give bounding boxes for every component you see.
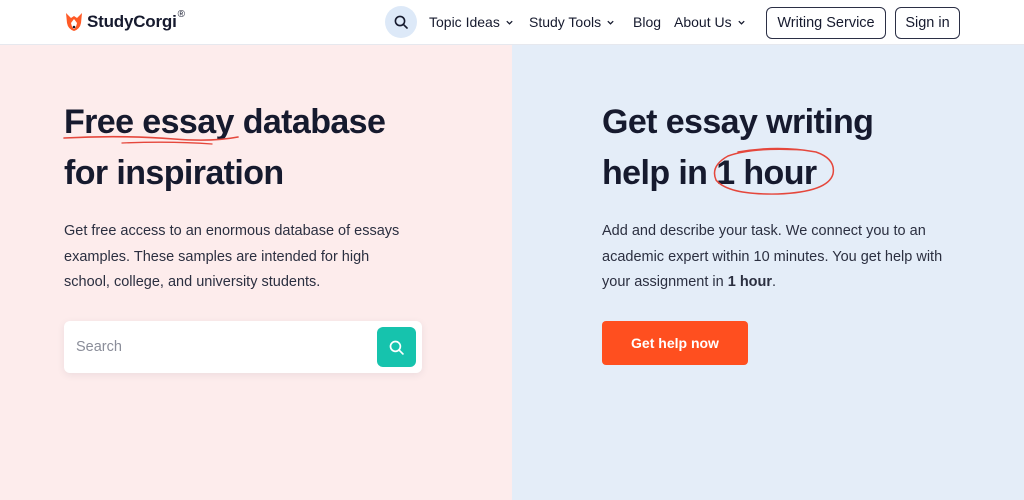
search-icon <box>389 340 404 355</box>
nav-study-tools-label: Study Tools <box>529 14 602 30</box>
nav-topic-ideas-label: Topic Ideas <box>429 14 500 30</box>
essay-search-input[interactable] <box>76 331 376 363</box>
title-word-database: database <box>242 103 386 141</box>
site-header: StudyCorgi ® Topic Ideas Study Tools Blo… <box>0 0 1024 45</box>
right-hero-title-line1: Get essay writing <box>602 103 874 141</box>
header-search-button[interactable] <box>385 6 417 38</box>
right-hero-title-line2: help in 1 hour <box>602 148 817 199</box>
nav-study-tools[interactable]: Study Tools <box>529 14 615 30</box>
title-one-hour: 1 hour <box>716 154 817 192</box>
left-hero-description: Get free access to an enormous database … <box>64 223 400 290</box>
right-description-period: . <box>772 274 777 290</box>
title-help-in: help in <box>602 154 708 192</box>
chevron-down-icon <box>737 20 745 25</box>
logo-link[interactable]: StudyCorgi ® <box>64 8 185 36</box>
nav-about-us[interactable]: About Us <box>674 14 746 30</box>
essay-search-submit-button[interactable] <box>377 327 416 367</box>
title-word-essay: essay <box>142 103 234 141</box>
nav-topic-ideas[interactable]: Topic Ideas <box>429 14 514 30</box>
title-word-free: Free <box>64 103 134 141</box>
registered-mark: ® <box>177 8 185 20</box>
nav-blog[interactable]: Blog <box>633 14 661 30</box>
right-hero-description: Add and describe your task. We connect y… <box>602 219 962 296</box>
chevron-down-icon <box>506 20 513 25</box>
sign-in-button[interactable]: Sign in <box>895 7 960 39</box>
nav-about-us-label: About Us <box>674 14 732 30</box>
left-hero-title-line2: for inspiration <box>64 154 284 192</box>
corgi-logo-icon <box>66 13 82 31</box>
writing-service-button[interactable]: Writing Service <box>766 7 886 39</box>
logo-text: StudyCorgi <box>87 12 177 31</box>
search-icon <box>394 15 408 29</box>
chevron-down-icon <box>607 20 614 25</box>
right-description-bold: 1 hour <box>727 274 773 290</box>
get-help-now-button[interactable]: Get help now <box>602 321 748 365</box>
left-hero-title-line1: Free essay database <box>64 97 386 148</box>
essay-search-box <box>64 321 422 373</box>
nav-blog-label: Blog <box>633 14 662 30</box>
